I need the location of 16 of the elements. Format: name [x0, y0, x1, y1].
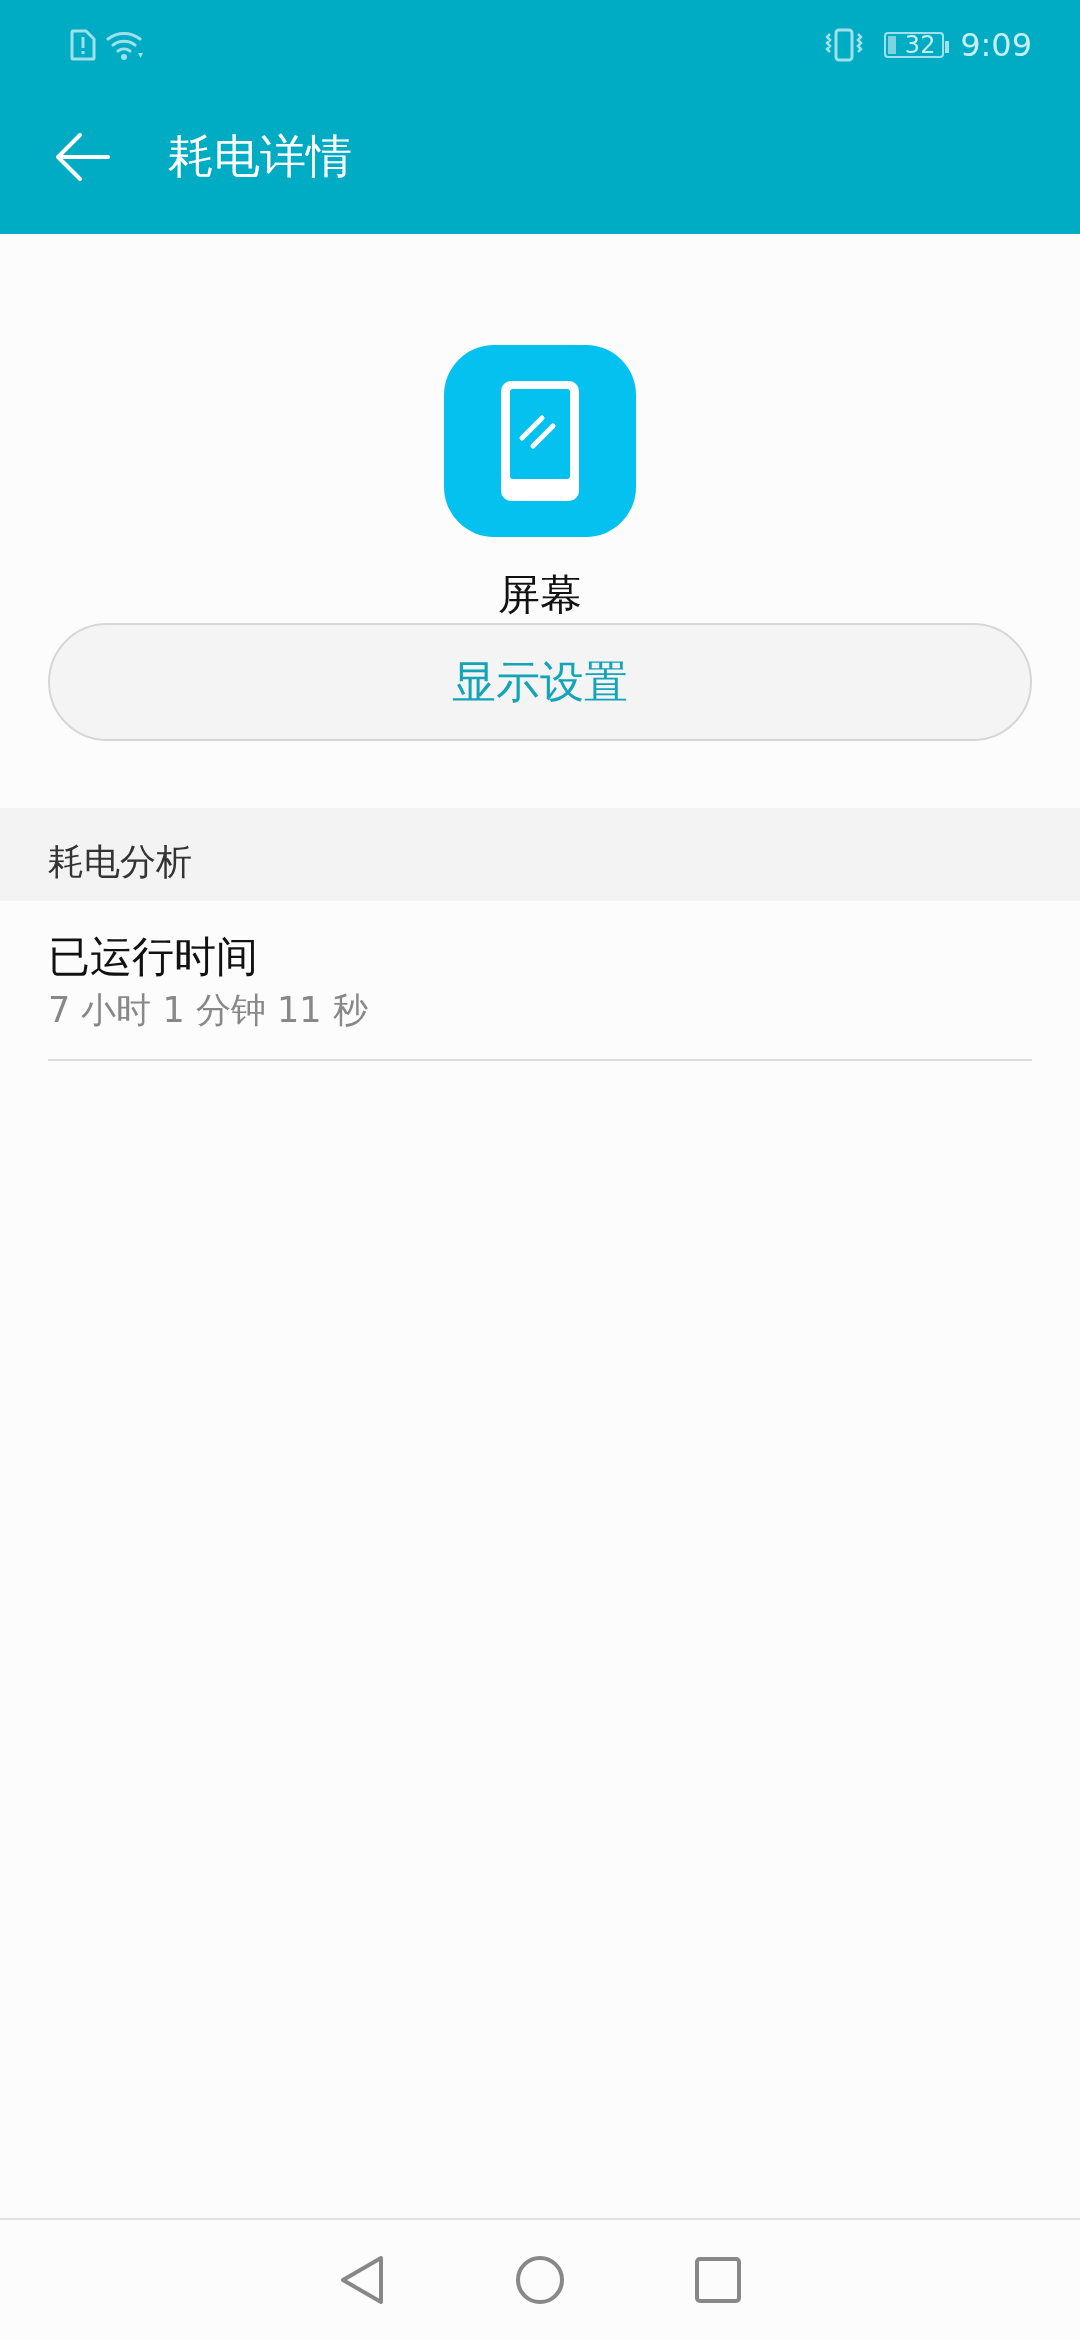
section-title: 耗电分析 [48, 840, 192, 884]
back-nav-icon[interactable] [339, 2255, 385, 2305]
row-value: 7 小时 1 分钟 11 秒 [48, 989, 369, 1032]
page-title: 耗电详情 [168, 128, 352, 185]
wifi-icon [106, 29, 146, 61]
home-nav-icon[interactable] [515, 2255, 565, 2305]
back-arrow-icon [54, 133, 110, 181]
item-name: 屏幕 [498, 569, 582, 621]
recents-nav-icon[interactable] [695, 2257, 741, 2303]
vibrate-icon [824, 28, 865, 62]
row-title: 已运行时间 [48, 931, 259, 983]
display-settings-button[interactable]: 显示设置 [48, 623, 1032, 741]
back-button[interactable] [54, 133, 110, 181]
sim-alert-icon [70, 29, 96, 61]
phone-screen-icon [444, 345, 636, 537]
clock-time: 9:09 [960, 26, 1032, 64]
